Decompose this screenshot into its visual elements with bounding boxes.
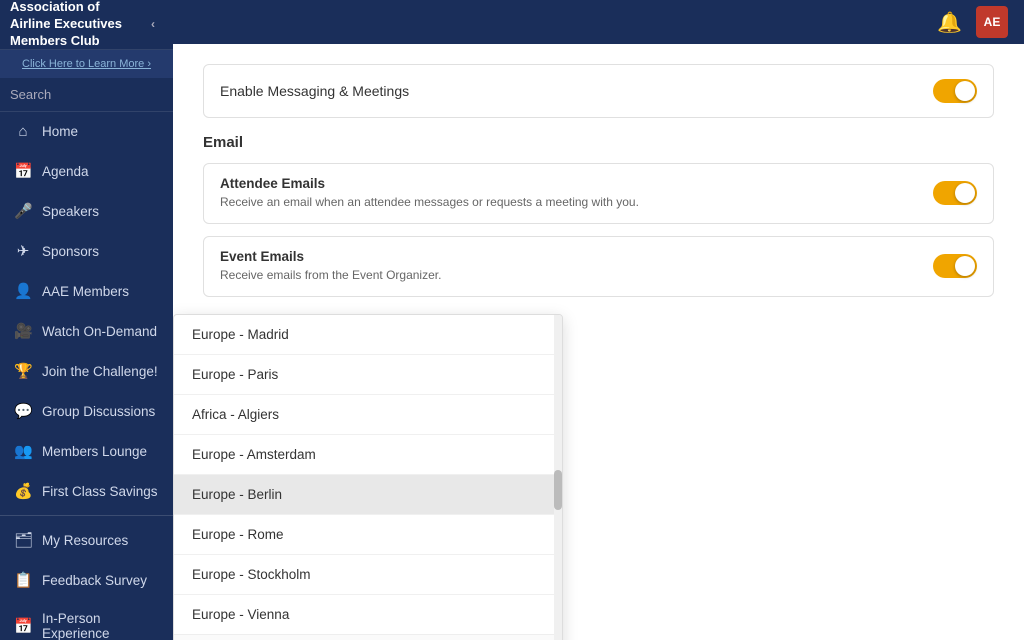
scrollbar-track: [554, 315, 562, 640]
sidebar-item-label: First Class Savings: [42, 484, 158, 499]
learn-more-link[interactable]: Click Here to Learn More ›: [0, 50, 173, 78]
dropdown-item-paris[interactable]: Europe - Paris: [174, 355, 562, 395]
sidebar-item-agenda[interactable]: 📅 Agenda: [0, 151, 173, 191]
event-emails-title: Event Emails: [220, 249, 441, 264]
sidebar-item-sponsors[interactable]: ✈ Sponsors: [0, 231, 173, 271]
sidebar-item-first-class-savings[interactable]: 💰 First Class Savings: [0, 471, 173, 511]
dropdown-footer: GMT+02:00: [174, 634, 562, 640]
sidebar-item-in-person-experience[interactable]: 📅 In-Person Experience: [0, 600, 173, 640]
agenda-icon: 📅: [14, 162, 32, 180]
notification-icon[interactable]: 🔔: [937, 10, 962, 35]
event-emails-desc: Receive emails from the Event Organizer.: [220, 267, 441, 284]
sidebar-item-members-lounge[interactable]: 👥 Members Lounge: [0, 431, 173, 471]
speakers-icon: 🎤: [14, 202, 32, 220]
watch-on-demand-icon: 🎥: [14, 322, 32, 340]
sidebar-item-label: My Resources: [42, 533, 128, 548]
search-container: 🔍: [0, 78, 173, 112]
sidebar-item-join-challenge[interactable]: 🏆 Join the Challenge!: [0, 351, 173, 391]
feedback-survey-icon: 📋: [14, 571, 32, 589]
attendee-emails-desc: Receive an email when an attendee messag…: [220, 194, 639, 211]
sidebar-item-label: Group Discussions: [42, 404, 155, 419]
attendee-emails-title: Attendee Emails: [220, 176, 639, 191]
sidebar-item-label: AAE Members: [42, 284, 129, 299]
sidebar-item-label: Home: [42, 124, 78, 139]
sidebar-item-label: Feedback Survey: [42, 573, 147, 588]
avatar[interactable]: AE: [976, 6, 1008, 38]
first-class-savings-icon: 💰: [14, 482, 32, 500]
sidebar-item-home[interactable]: ⌂ Home: [0, 112, 173, 151]
sidebar-item-label: Members Lounge: [42, 444, 147, 459]
sidebar-item-watch-on-demand[interactable]: 🎥 Watch On-Demand: [0, 311, 173, 351]
sidebar-item-label: Sponsors: [42, 244, 99, 259]
timezone-dropdown: Europe - MadridEurope - ParisAfrica - Al…: [173, 314, 563, 640]
email-section-title: Email: [203, 134, 994, 151]
sidebar-item-label: Agenda: [42, 164, 89, 179]
sponsors-icon: ✈: [14, 242, 32, 260]
sidebar: Association of Airline Executives Member…: [0, 0, 173, 640]
search-input[interactable]: [10, 87, 173, 102]
attendee-emails-card: Attendee Emails Receive an email when an…: [203, 163, 994, 224]
messaging-toggle[interactable]: [933, 79, 977, 103]
dropdown-items-container: Europe - MadridEurope - ParisAfrica - Al…: [174, 315, 562, 634]
attendee-emails-toggle[interactable]: [933, 181, 977, 205]
main-content: Enable Messaging & Meetings Email Attend…: [173, 44, 1024, 640]
dropdown-item-stockholm[interactable]: Europe - Stockholm: [174, 555, 562, 595]
main-wrapper: 🔔 AE Enable Messaging & Meetings Email A…: [173, 0, 1024, 640]
app-title: Association of Airline Executives Member…: [10, 0, 143, 50]
sidebar-item-label: Speakers: [42, 204, 99, 219]
sidebar-item-speakers[interactable]: 🎤 Speakers: [0, 191, 173, 231]
join-challenge-icon: 🏆: [14, 362, 32, 380]
topbar: 🔔 AE: [173, 0, 1024, 44]
dropdown-item-algiers[interactable]: Africa - Algiers: [174, 395, 562, 435]
my-resources-icon: 🗂: [14, 531, 32, 549]
dropdown-item-amsterdam[interactable]: Europe - Amsterdam: [174, 435, 562, 475]
aae-members-icon: 👤: [14, 282, 32, 300]
dropdown-item-berlin[interactable]: Europe - Berlin: [174, 475, 562, 515]
messaging-toggle-label: Enable Messaging & Meetings: [220, 83, 409, 99]
dropdown-item-rome[interactable]: Europe - Rome: [174, 515, 562, 555]
dropdown-item-vienna[interactable]: Europe - Vienna: [174, 595, 562, 634]
sidebar-header: Association of Airline Executives Member…: [0, 0, 173, 50]
in-person-experience-icon: 📅: [14, 617, 32, 635]
sidebar-item-label: In-Person Experience: [42, 611, 159, 640]
event-emails-toggle[interactable]: [933, 254, 977, 278]
sidebar-nav: ⌂ Home 📅 Agenda 🎤 Speakers ✈ Sponsors 👤 AAE Membe…: [0, 112, 173, 640]
sidebar-collapse-icon[interactable]: ‹: [143, 15, 163, 35]
dropdown-item-madrid[interactable]: Europe - Madrid: [174, 315, 562, 355]
members-lounge-icon: 👥: [14, 442, 32, 460]
event-emails-card: Event Emails Receive emails from the Eve…: [203, 236, 994, 297]
sidebar-item-my-resources[interactable]: 🗂 My Resources: [0, 520, 173, 560]
sidebar-item-group-discussions[interactable]: 💬 Group Discussions: [0, 391, 173, 431]
messaging-toggle-row: Enable Messaging & Meetings: [203, 64, 994, 118]
sidebar-item-label: Watch On-Demand: [42, 324, 157, 339]
home-icon: ⌂: [14, 123, 32, 140]
sidebar-item-aae-members[interactable]: 👤 AAE Members: [0, 271, 173, 311]
group-discussions-icon: 💬: [14, 402, 32, 420]
sidebar-item-feedback-survey[interactable]: 📋 Feedback Survey: [0, 560, 173, 600]
scrollbar-thumb[interactable]: [554, 470, 562, 510]
sidebar-item-label: Join the Challenge!: [42, 364, 158, 379]
